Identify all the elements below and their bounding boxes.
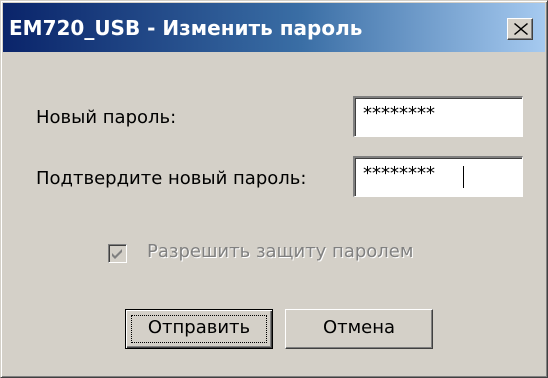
- checkmark-icon: [112, 249, 122, 259]
- close-icon: [514, 23, 528, 35]
- enable-protection-checkbox[interactable]: [108, 244, 127, 263]
- password-dialog: EM720_USB - Изменить пароль Новый пароль…: [0, 0, 548, 378]
- text-caret: [463, 166, 464, 188]
- submit-button[interactable]: Отправить: [125, 309, 273, 349]
- cancel-button[interactable]: Отмена: [285, 309, 433, 349]
- confirm-password-value: ********: [363, 163, 435, 184]
- confirm-password-label: Подтвердите новый пароль:: [36, 168, 307, 189]
- new-password-value: ********: [363, 103, 435, 124]
- cancel-button-label: Отмена: [322, 317, 396, 338]
- window-title: EM720_USB - Изменить пароль: [9, 16, 363, 40]
- confirm-password-field[interactable]: ********: [353, 156, 523, 197]
- close-button[interactable]: [507, 18, 533, 40]
- new-password-field[interactable]: ********: [353, 96, 523, 137]
- submit-button-label: Отправить: [147, 317, 251, 338]
- title-bar[interactable]: EM720_USB - Изменить пароль: [3, 3, 545, 52]
- new-password-label: Новый пароль:: [36, 107, 177, 128]
- enable-protection-label: Разрешить защиту паролем: [147, 241, 414, 262]
